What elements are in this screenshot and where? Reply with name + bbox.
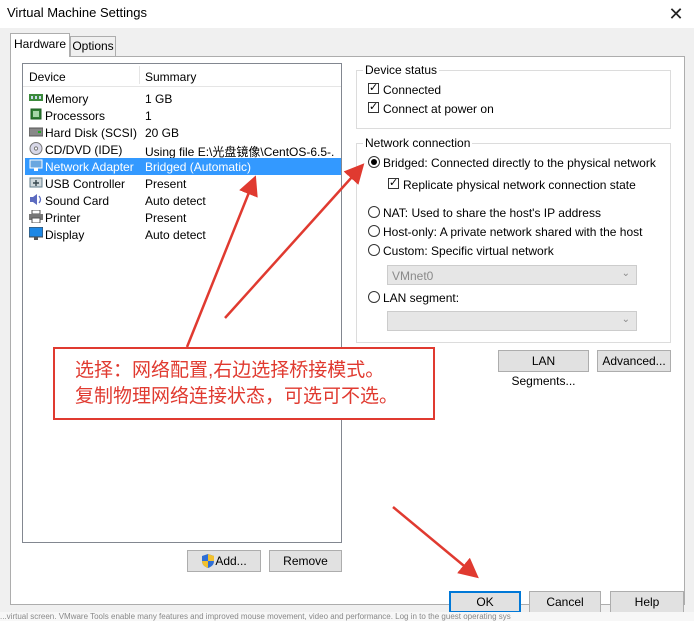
- lan-segments-button[interactable]: LAN Segments...: [498, 350, 589, 388]
- device-row-display[interactable]: Display Auto detect: [25, 226, 341, 243]
- ok-button[interactable]: OK: [449, 591, 521, 613]
- device-row-processors[interactable]: Processors 1: [25, 107, 341, 124]
- device-row-usb-controller[interactable]: USB Controller Present: [25, 175, 341, 192]
- usb-icon: [29, 177, 43, 188]
- replicate-label[interactable]: Replicate physical network connection st…: [403, 178, 636, 192]
- annotation-line-1: 选择：网络配置,右边选择桥接模式。: [75, 360, 385, 381]
- device-list-header: Device Summary: [23, 64, 341, 87]
- device-status-group: Device status: [356, 63, 671, 129]
- lan-segment-label[interactable]: LAN segment:: [383, 291, 459, 305]
- device-row-sound-card[interactable]: Sound Card Auto detect: [25, 192, 341, 209]
- network-adapter-icon: [29, 159, 43, 171]
- custom-label[interactable]: Custom: Specific virtual network: [383, 244, 554, 258]
- add-button-label: Add...: [215, 554, 247, 568]
- connected-label[interactable]: Connected: [383, 83, 441, 97]
- remove-button[interactable]: Remove: [269, 550, 342, 572]
- title-bar: Virtual Machine Settings ✕: [0, 0, 694, 28]
- custom-network-select[interactable]: VMnet0 ⌄: [387, 265, 637, 285]
- device-row-memory[interactable]: Memory 1 GB: [25, 90, 341, 107]
- device-name: Processors: [45, 109, 106, 123]
- display-icon: [29, 227, 43, 240]
- background-window-text: ...virtual screen. VMware Tools enable m…: [0, 612, 694, 621]
- device-list[interactable]: Device Summary Memory 1 GB Processors 1 …: [22, 63, 342, 543]
- hard-disk-icon: [29, 127, 43, 137]
- connected-checkbox[interactable]: [368, 81, 379, 94]
- device-name: USB Controller: [45, 177, 126, 191]
- sound-card-icon: [30, 194, 42, 205]
- window-title: Virtual Machine Settings: [7, 5, 147, 20]
- device-row-hard-disk[interactable]: Hard Disk (SCSI) 20 GB: [25, 124, 341, 141]
- chevron-down-icon: ⌄: [621, 314, 630, 325]
- network-connection-title: Network connection: [363, 136, 473, 150]
- replicate-checkbox[interactable]: [388, 176, 399, 189]
- column-divider[interactable]: [139, 66, 140, 84]
- device-name: CD/DVD (IDE): [45, 143, 123, 157]
- device-row-cd-dvd[interactable]: CD/DVD (IDE) Using file E:\光盘镜像\CentOS-6…: [25, 141, 341, 159]
- help-button[interactable]: Help: [610, 591, 684, 613]
- device-summary: Present: [145, 177, 187, 191]
- settings-window: Virtual Machine Settings ✕ Hardware Opti…: [0, 0, 694, 621]
- annotation-line-2: 复制物理网络连接状态，可选可不选。: [75, 386, 399, 407]
- custom-network-value: VMnet0: [392, 269, 434, 283]
- nat-label[interactable]: NAT: Used to share the host's IP address: [383, 206, 601, 220]
- add-button[interactable]: Add...: [187, 550, 261, 572]
- tab-hardware[interactable]: Hardware: [10, 33, 70, 57]
- cancel-button[interactable]: Cancel: [529, 591, 601, 613]
- device-name: Hard Disk (SCSI): [45, 126, 138, 140]
- connect-at-power-on-checkbox[interactable]: [368, 100, 379, 113]
- column-header-summary[interactable]: Summary: [145, 70, 196, 84]
- host-only-radio[interactable]: [368, 225, 380, 237]
- processor-icon: [30, 108, 42, 120]
- device-summary: 20 GB: [145, 126, 180, 140]
- device-status-title: Device status: [363, 63, 440, 77]
- close-icon[interactable]: ✕: [664, 3, 688, 25]
- device-name: Network Adapter: [45, 160, 134, 174]
- device-summary: 1 GB: [145, 92, 173, 106]
- nat-radio[interactable]: [368, 206, 380, 218]
- connect-at-power-on-label[interactable]: Connect at power on: [383, 102, 494, 116]
- memory-icon: [29, 94, 43, 101]
- device-summary: 1: [145, 109, 152, 123]
- device-name: Sound Card: [45, 194, 110, 208]
- device-row-printer[interactable]: Printer Present: [25, 209, 341, 226]
- column-header-device[interactable]: Device: [29, 70, 66, 84]
- device-name: Memory: [45, 92, 89, 106]
- device-summary: Present: [145, 211, 187, 225]
- host-only-label[interactable]: Host-only: A private network shared with…: [383, 225, 642, 239]
- advanced-button[interactable]: Advanced...: [597, 350, 671, 372]
- device-row-network-adapter[interactable]: Network Adapter Bridged (Automatic): [25, 158, 341, 175]
- lan-segment-select[interactable]: ⌄: [387, 311, 637, 331]
- bridged-radio[interactable]: [368, 156, 380, 168]
- device-summary: Auto detect: [145, 228, 206, 242]
- bridged-label[interactable]: Bridged: Connected directly to the physi…: [383, 156, 656, 170]
- annotation-callout: 选择：网络配置,右边选择桥接模式。 复制物理网络连接状态，可选可不选。: [53, 347, 435, 420]
- device-summary: Auto detect: [145, 194, 206, 208]
- device-summary: Bridged (Automatic): [145, 160, 252, 174]
- printer-icon: [29, 210, 43, 223]
- tab-options[interactable]: Options: [70, 36, 116, 57]
- lan-segment-radio[interactable]: [368, 291, 380, 303]
- chevron-down-icon: ⌄: [621, 268, 630, 279]
- device-name: Display: [45, 228, 85, 242]
- device-name: Printer: [45, 211, 81, 225]
- shield-icon: [202, 554, 215, 568]
- cd-dvd-icon: [29, 142, 43, 155]
- custom-radio[interactable]: [368, 244, 380, 256]
